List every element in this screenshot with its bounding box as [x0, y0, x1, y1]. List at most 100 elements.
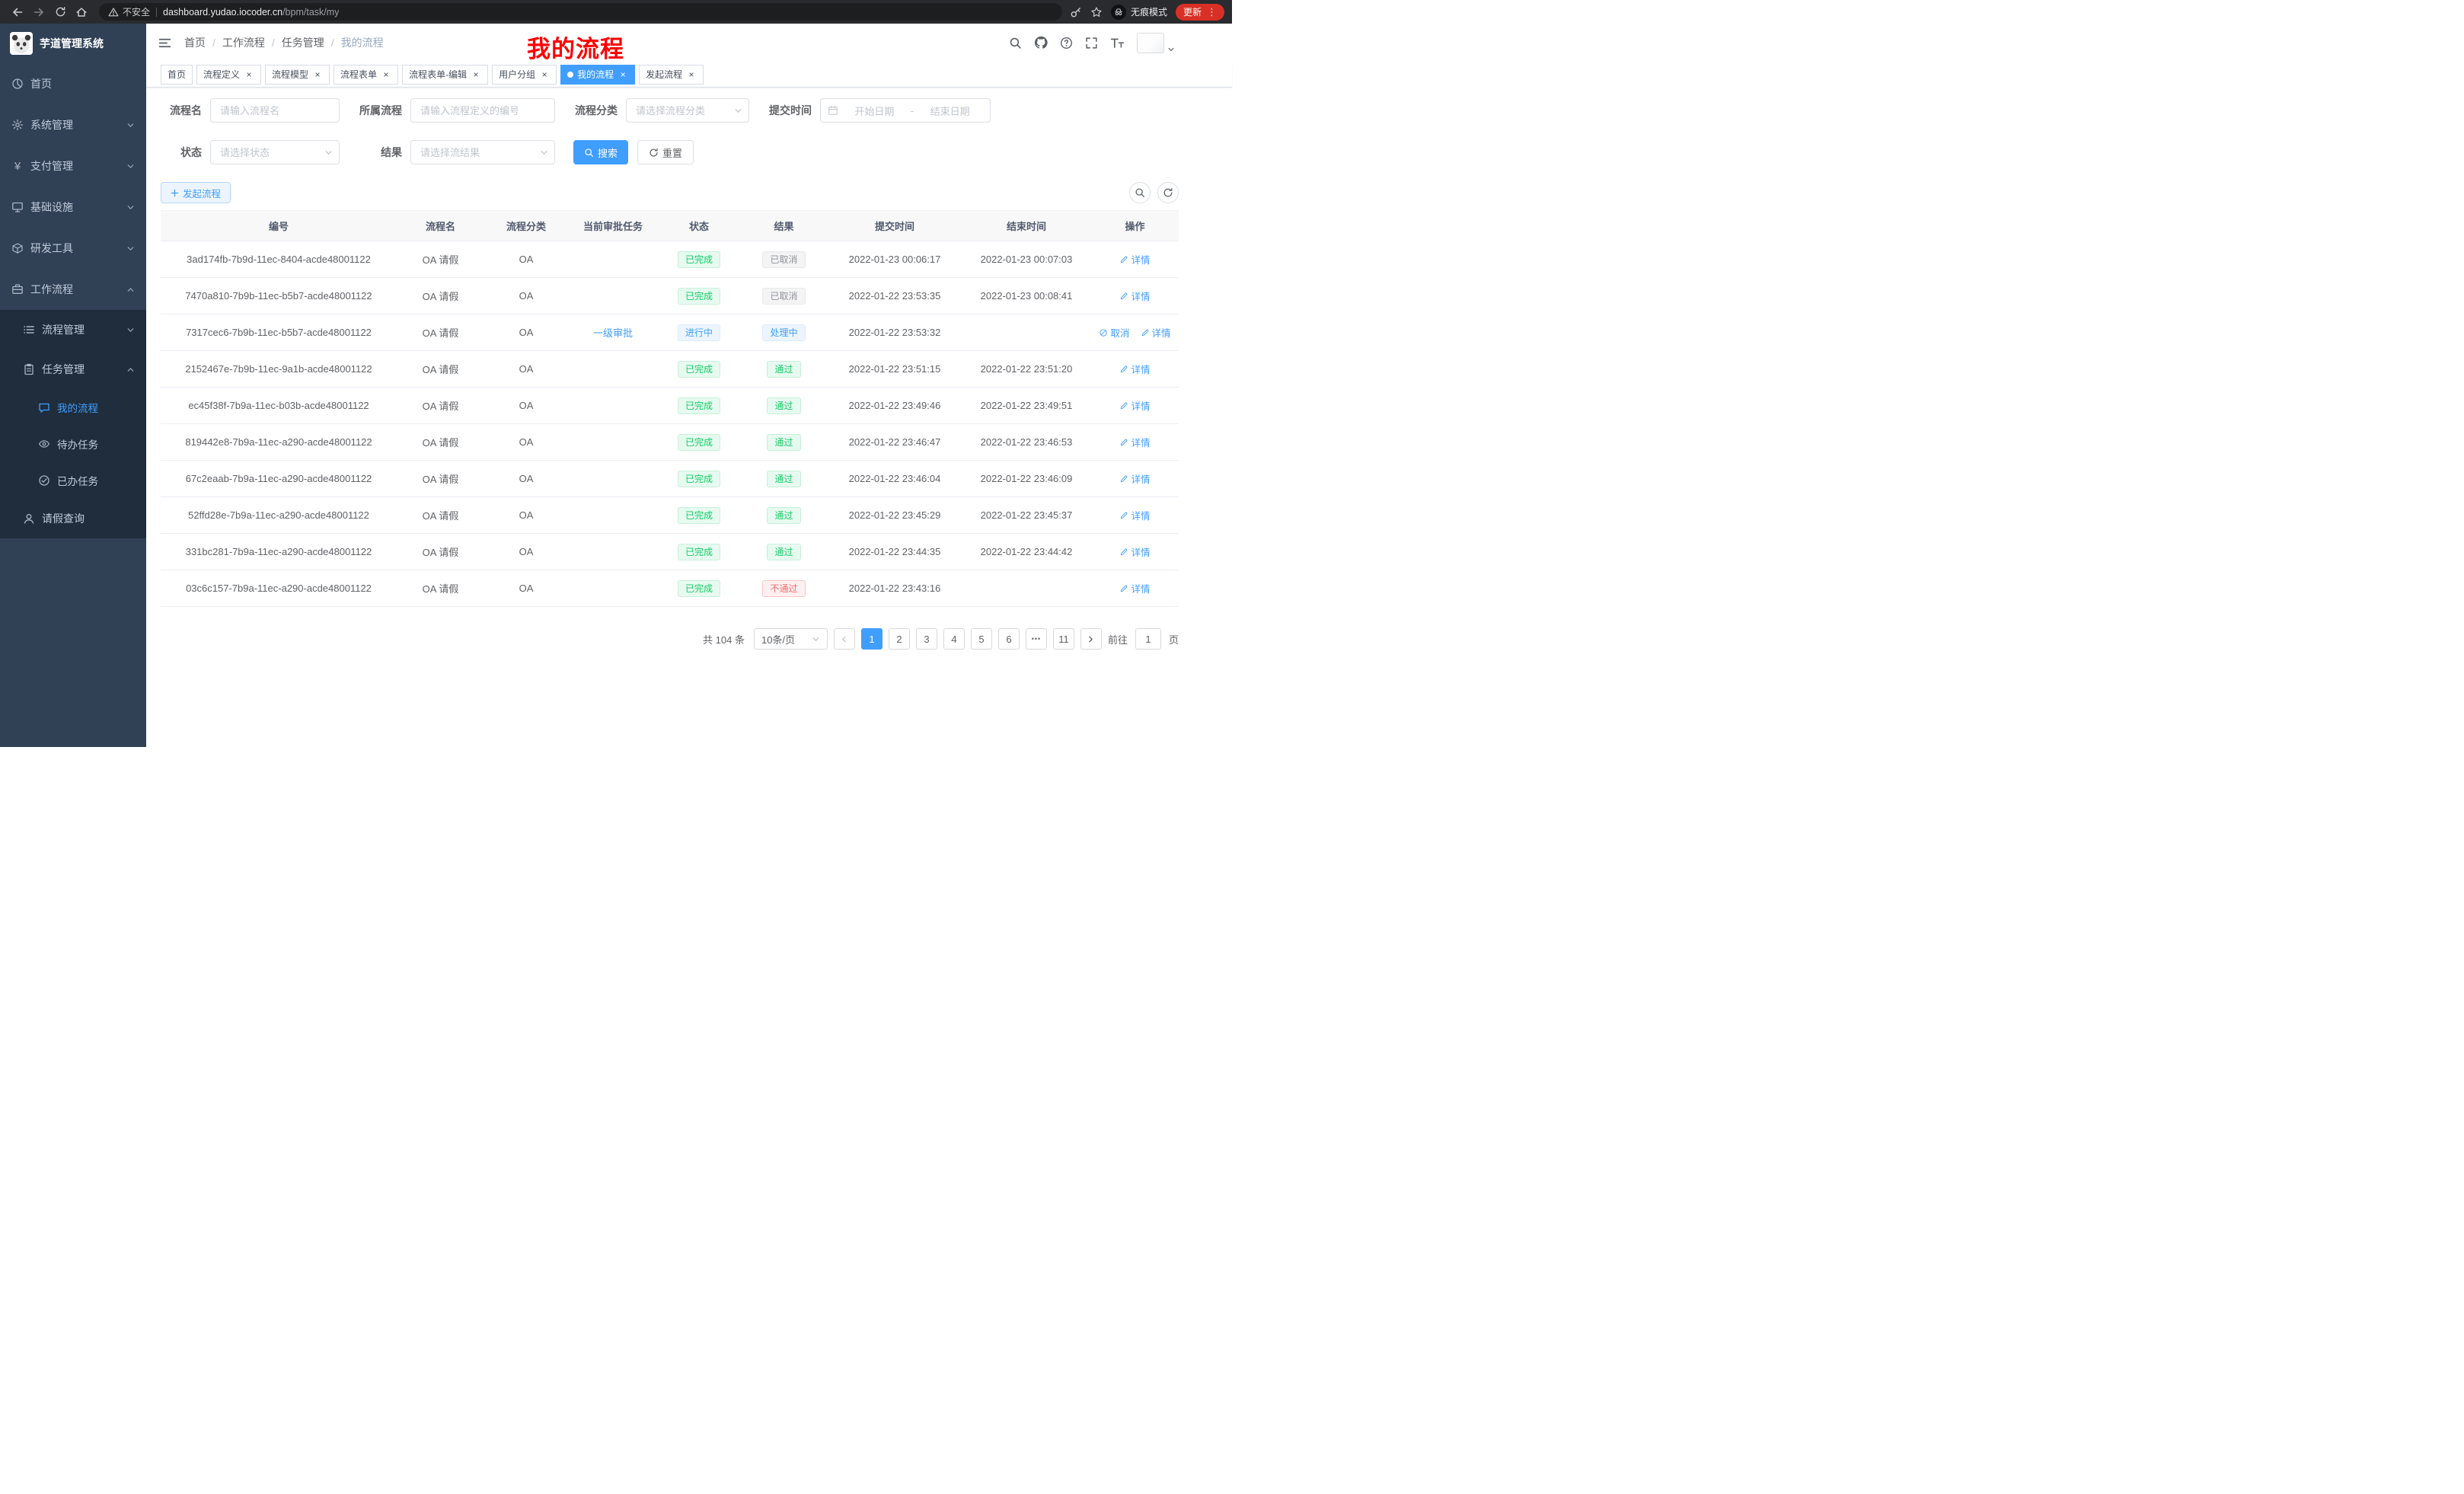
tab-process-form[interactable]: 流程表单× [334, 65, 398, 85]
page-button-1[interactable]: 1 [861, 628, 883, 650]
tab-close-icon[interactable]: × [244, 69, 254, 80]
process-category-select[interactable] [626, 98, 749, 123]
detail-link[interactable]: 详情 [1119, 471, 1150, 486]
tab-home[interactable]: 首页 [161, 65, 193, 85]
sidebar-item-devtools[interactable]: 研发工具 [0, 228, 146, 269]
sidebar-item-home[interactable]: 首页 [0, 63, 146, 104]
tab-my-processes[interactable]: 我的流程× [560, 65, 635, 85]
page-size-select[interactable]: 10条/页 [754, 628, 828, 650]
goto-page-input[interactable] [1135, 628, 1161, 650]
tab-process-model[interactable]: 流程模型× [265, 65, 330, 85]
sidebar-item-label: 工作流程 [30, 282, 73, 297]
process-name-input[interactable] [210, 98, 340, 123]
user-icon [23, 512, 35, 525]
browser-forward-button[interactable] [29, 3, 49, 21]
process-category-select-input[interactable] [626, 98, 749, 123]
detail-link[interactable]: 详情 [1119, 398, 1150, 413]
cell-result: 已取消 [740, 278, 828, 314]
page-button-11[interactable]: 11 [1053, 628, 1074, 650]
result-select-input[interactable] [410, 140, 555, 164]
refresh-table-button[interactable] [1157, 182, 1179, 203]
browser-update-button[interactable]: 更新 ⋮ [1176, 4, 1224, 21]
detail-link[interactable]: 详情 [1119, 252, 1150, 267]
current-task-link[interactable]: 一级审批 [593, 327, 633, 339]
sidebar-item-process-management[interactable]: 流程管理 [0, 310, 146, 350]
tab-close-icon[interactable]: × [471, 69, 481, 80]
toggle-search-button[interactable] [1129, 182, 1151, 203]
password-key-icon[interactable] [1070, 6, 1082, 18]
sidebar-item-system[interactable]: 系统管理 [0, 104, 146, 145]
submit-time-range-picker[interactable]: 开始日期 - 结束日期 [820, 98, 991, 123]
fullscreen-icon[interactable] [1085, 37, 1098, 49]
cell-submit-time: 2022-01-22 23:46:47 [828, 424, 962, 461]
detail-link[interactable]: 详情 [1119, 544, 1150, 559]
browser-back-button[interactable] [8, 3, 27, 21]
breadcrumb-home[interactable]: 首页 [184, 35, 206, 50]
sidebar-toggle-button[interactable] [158, 36, 172, 50]
cell-category: OA [484, 278, 568, 314]
help-icon[interactable] [1060, 37, 1073, 49]
result-select[interactable] [410, 140, 555, 164]
bookmark-star-icon[interactable] [1090, 6, 1103, 18]
tab-close-icon[interactable]: × [686, 69, 697, 80]
github-icon[interactable] [1034, 36, 1048, 49]
sidebar-item-task-management[interactable]: 任务管理 [0, 350, 146, 389]
page-button-5[interactable]: 5 [971, 628, 992, 650]
cell-actions: 详情 [1091, 278, 1179, 314]
breadcrumb-task-management[interactable]: 任务管理 [282, 35, 324, 50]
detail-link[interactable]: 详情 [1119, 289, 1150, 303]
gear-icon [11, 119, 24, 131]
detail-link[interactable]: 详情 [1119, 362, 1150, 376]
cancel-link[interactable]: 取消 [1099, 325, 1129, 340]
detail-link[interactable]: 详情 [1141, 325, 1171, 340]
tab-process-definition[interactable]: 流程定义× [196, 65, 261, 85]
status-select-input[interactable] [210, 140, 340, 164]
parent-process-input[interactable] [410, 98, 555, 123]
security-chip[interactable]: 不安全 [108, 5, 150, 18]
process-category-label: 流程分类 [566, 103, 618, 118]
sidebar-item-todo-tasks[interactable]: 待办任务 [0, 426, 146, 462]
page-button-3[interactable]: 3 [916, 628, 937, 650]
page-button-6[interactable]: 6 [998, 628, 1020, 650]
cell-category: OA [484, 424, 568, 461]
reset-button[interactable]: 重置 [637, 140, 694, 164]
search-button[interactable]: 搜索 [573, 140, 628, 164]
detail-link[interactable]: 详情 [1119, 581, 1150, 595]
user-menu[interactable] [1137, 33, 1175, 53]
sidebar-item-my-processes[interactable]: 我的流程 [0, 389, 146, 426]
tab-process-form-edit[interactable]: 流程表单-编辑× [402, 65, 488, 85]
page-button-4[interactable]: 4 [943, 628, 965, 650]
address-bar[interactable]: 不安全 dashboard.yudao.iocoder.cn/bpm/task/… [99, 3, 1062, 21]
warning-icon [108, 7, 119, 18]
tab-close-icon[interactable]: × [539, 69, 550, 80]
tab-start-process[interactable]: 发起流程× [639, 65, 704, 85]
reset-button-label: 重置 [662, 145, 682, 160]
tab-close-icon[interactable]: × [618, 69, 628, 80]
detail-link[interactable]: 详情 [1119, 508, 1150, 522]
sidebar-item-done-tasks[interactable]: 已办任务 [0, 462, 146, 499]
browser-menu-icon[interactable]: ⋮ [1207, 7, 1217, 17]
tab-close-icon[interactable]: × [312, 69, 323, 80]
page-ellipsis-button[interactable]: ••• [1026, 628, 1047, 650]
next-page-button[interactable] [1080, 628, 1102, 650]
status-select[interactable] [210, 140, 340, 164]
tab-user-group[interactable]: 用户分组× [492, 65, 557, 85]
sidebar-item-leave-query[interactable]: 请假查询 [0, 499, 146, 538]
browser-reload-button[interactable] [50, 3, 70, 21]
sidebar-item-workflow[interactable]: 工作流程 [0, 269, 146, 310]
font-size-icon[interactable] [1110, 37, 1125, 49]
tab-close-icon[interactable]: × [381, 69, 391, 80]
search-icon[interactable] [1009, 37, 1022, 49]
detail-link[interactable]: 详情 [1119, 435, 1150, 449]
page-button-2[interactable]: 2 [889, 628, 910, 650]
column-header-actions: 操作 [1091, 211, 1179, 241]
start-process-button[interactable]: 发起流程 [161, 182, 231, 203]
browser-home-button[interactable] [72, 3, 91, 21]
avatar[interactable] [1137, 33, 1164, 53]
breadcrumb-workflow[interactable]: 工作流程 [222, 35, 265, 50]
detail-link-label: 详情 [1131, 398, 1150, 413]
prev-page-button[interactable] [834, 628, 855, 650]
sidebar-item-infrastructure[interactable]: 基础设施 [0, 187, 146, 228]
date-range-separator: - [911, 105, 914, 117]
sidebar-item-payment[interactable]: ¥ 支付管理 [0, 145, 146, 187]
